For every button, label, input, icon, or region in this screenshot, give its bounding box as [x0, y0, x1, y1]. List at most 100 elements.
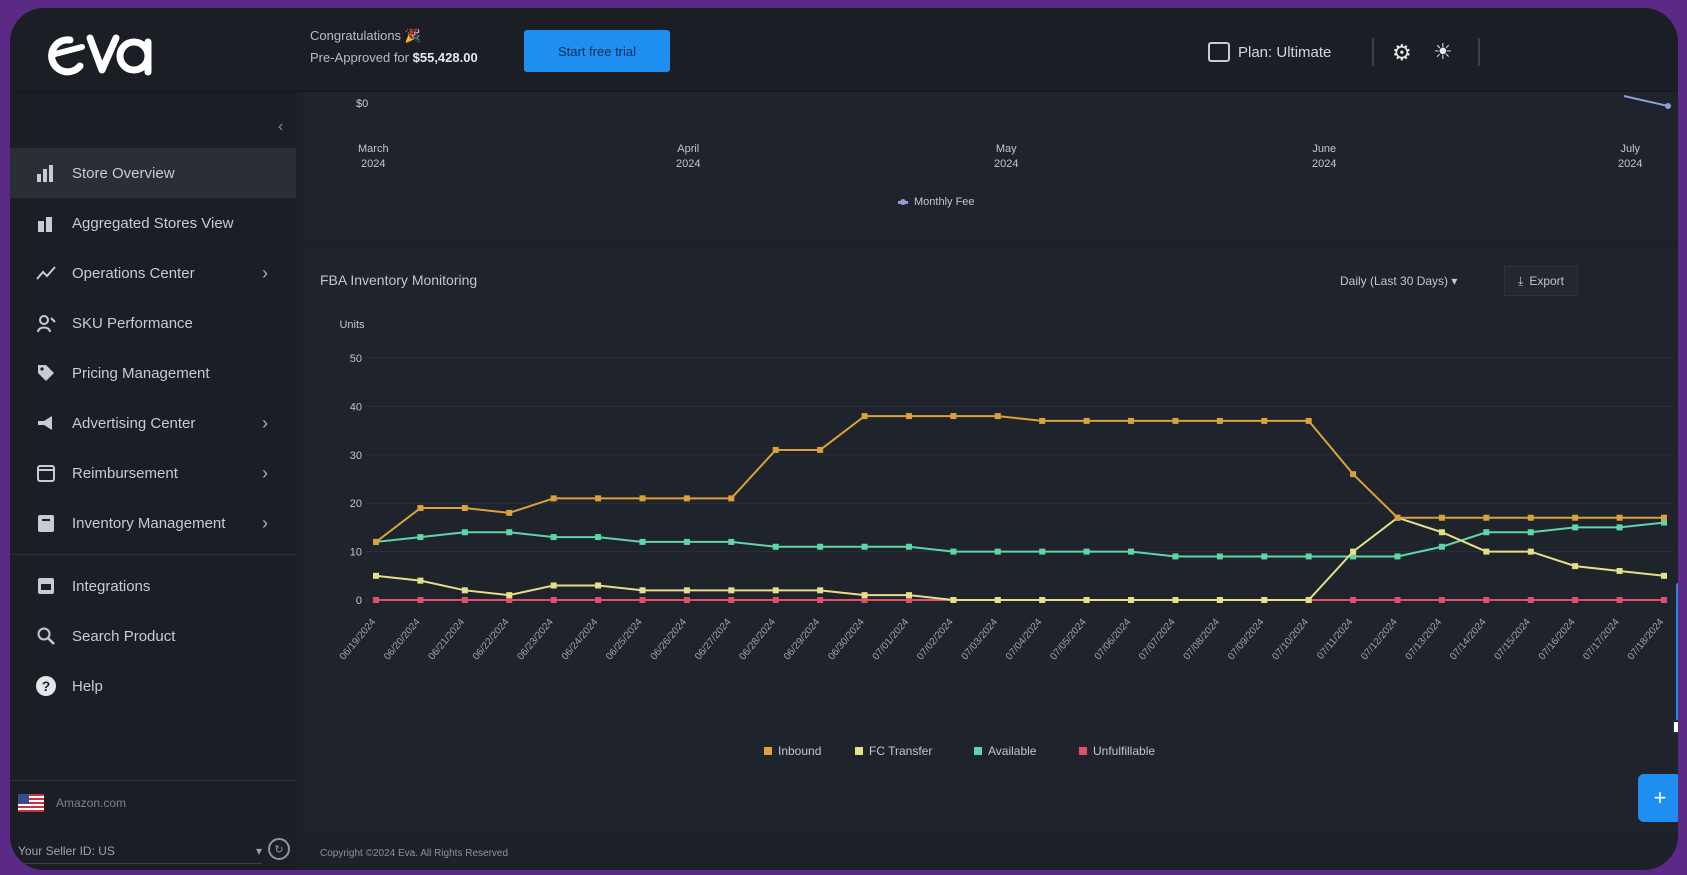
data-point	[1572, 514, 1579, 521]
plan-indicator[interactable]: Plan: Ultimate	[1208, 42, 1331, 62]
x-tick-label: 07/14/2024	[1448, 617, 1489, 663]
x-tick-label: 06/21/2024	[427, 617, 468, 663]
data-point	[861, 413, 868, 420]
data-point	[550, 534, 557, 541]
x-tick-label: 06/24/2024	[560, 617, 601, 663]
sidebar-item-reimbursement[interactable]: Reimbursement ›	[10, 448, 296, 498]
seller-id-select[interactable]: Your Seller ID: US ▾	[18, 838, 262, 864]
sidebar-item-operations-center[interactable]: Operations Center ›	[10, 248, 296, 298]
store-marketplace[interactable]: Amazon.com	[18, 794, 126, 812]
sidebar: ‹ Store Overview Aggregated Stores View …	[10, 92, 296, 870]
legend-monthly-fee[interactable]: Monthly Fee	[898, 196, 975, 208]
refresh-icon[interactable]: ↻	[268, 838, 290, 860]
feedback-tab[interactable]	[1676, 582, 1678, 732]
eva-logo[interactable]	[38, 20, 158, 86]
data-point	[461, 597, 468, 603]
data-point	[905, 543, 912, 550]
x-axis-month: May 2024	[994, 143, 1019, 170]
data-point	[595, 495, 602, 502]
legend-marker	[764, 747, 772, 755]
monthly-fee-chart-panel: $0 March 2024 April 2024 May 2024 June 2024 …	[304, 92, 1678, 238]
sidebar-item-store-overview[interactable]: Store Overview	[10, 148, 296, 198]
stacked-bars-icon	[34, 211, 58, 235]
data-point	[1661, 514, 1667, 521]
sidebar-item-search-product[interactable]: Search Product	[10, 611, 296, 661]
x-tick-label: 07/02/2024	[915, 617, 956, 663]
theme-sun-icon[interactable]: ☀	[1433, 41, 1453, 63]
data-point	[373, 538, 379, 545]
data-point	[1394, 514, 1401, 521]
chevron-down-icon: ▾	[255, 843, 262, 858]
add-button[interactable]: +	[1638, 774, 1678, 822]
data-point	[1661, 572, 1667, 579]
sidebar-nav: Store Overview Aggregated Stores View Op…	[10, 148, 296, 711]
data-point	[861, 543, 868, 550]
data-point	[417, 597, 424, 603]
data-point	[817, 587, 824, 594]
sidebar-item-aggregated-stores-view[interactable]: Aggregated Stores View	[10, 198, 296, 248]
collapse-sidebar-icon[interactable]: ‹	[278, 118, 283, 136]
sidebar-item-label: Advertising Center	[72, 414, 196, 432]
data-point	[1172, 417, 1179, 424]
data-point	[1039, 417, 1046, 424]
x-tick-label: 06/30/2024	[826, 617, 867, 663]
data-point	[1216, 417, 1223, 424]
data-point	[550, 597, 557, 603]
sidebar-item-help[interactable]: ? Help	[10, 661, 296, 711]
gear-icon[interactable]: ⚙	[1392, 42, 1412, 64]
x-tick-label: 07/03/2024	[959, 617, 1000, 663]
x-tick-label: 07/10/2024	[1270, 617, 1311, 663]
data-point	[994, 548, 1001, 555]
data-point	[1438, 597, 1445, 603]
app-window: Congratulations 🎉 Pre-Approved for $55,4…	[10, 8, 1678, 870]
y-tick-label: 10	[350, 547, 362, 559]
sidebar-item-label: Operations Center	[72, 264, 195, 282]
x-tick-label: 07/18/2024	[1626, 617, 1667, 663]
series-line-inbound	[375, 415, 1664, 543]
x-tick-label: 07/17/2024	[1581, 617, 1622, 663]
series-line-fc-transfer	[375, 516, 1665, 601]
data-point	[728, 495, 735, 502]
bar-chart-icon	[34, 161, 58, 185]
x-tick-label: 07/07/2024	[1137, 617, 1178, 663]
data-point	[461, 587, 468, 594]
us-flag-icon	[18, 794, 44, 812]
x-tick-label: 06/29/2024	[782, 617, 823, 663]
integrations-icon	[34, 574, 58, 598]
x-tick-label: 06/23/2024	[515, 617, 556, 663]
x-tick-label: 07/05/2024	[1048, 617, 1089, 663]
preapproved-label: Pre-Approved for	[310, 50, 409, 65]
sidebar-item-label: Inventory Management	[72, 514, 226, 532]
sidebar-item-label: Aggregated Stores View	[72, 214, 234, 232]
chat-widget-icon[interactable]	[1672, 720, 1678, 734]
data-point	[1083, 597, 1090, 603]
data-point	[861, 592, 868, 599]
start-free-trial-button[interactable]: Start free trial	[524, 30, 670, 72]
y-tick-label: 50	[350, 353, 362, 365]
x-tick-label: 07/06/2024	[1093, 617, 1134, 663]
x-axis-month: June 2024	[1312, 143, 1337, 170]
sidebar-item-advertising-center[interactable]: Advertising Center ›	[10, 398, 296, 448]
data-point	[772, 446, 779, 453]
chevron-right-icon: ›	[262, 412, 268, 433]
x-axis-month: March 2024	[358, 143, 389, 170]
data-point	[417, 505, 424, 512]
data-point	[461, 505, 468, 512]
copyright-footer: Copyright ©2024 Eva. All Rights Reserved	[320, 848, 509, 859]
legend-marker	[855, 747, 863, 755]
data-point	[1438, 543, 1445, 550]
x-tick-label: 06/25/2024	[604, 617, 645, 663]
sidebar-item-sku-performance[interactable]: SKU Performance	[10, 298, 296, 348]
data-point	[639, 587, 646, 594]
sidebar-item-pricing-management[interactable]: Pricing Management	[10, 348, 296, 398]
sidebar-item-integrations[interactable]: Integrations	[10, 561, 296, 611]
y-axis-label: Units	[339, 319, 365, 331]
data-point	[1128, 417, 1135, 424]
data-point	[1261, 553, 1268, 560]
main-content: $0 March 2024 April 2024 May 2024 June 2024 …	[296, 92, 1678, 870]
data-point	[683, 538, 690, 545]
sidebar-item-inventory-management[interactable]: Inventory Management ›	[10, 498, 296, 548]
data-point	[1527, 597, 1534, 603]
data-point	[595, 597, 602, 603]
data-point	[1572, 563, 1579, 570]
